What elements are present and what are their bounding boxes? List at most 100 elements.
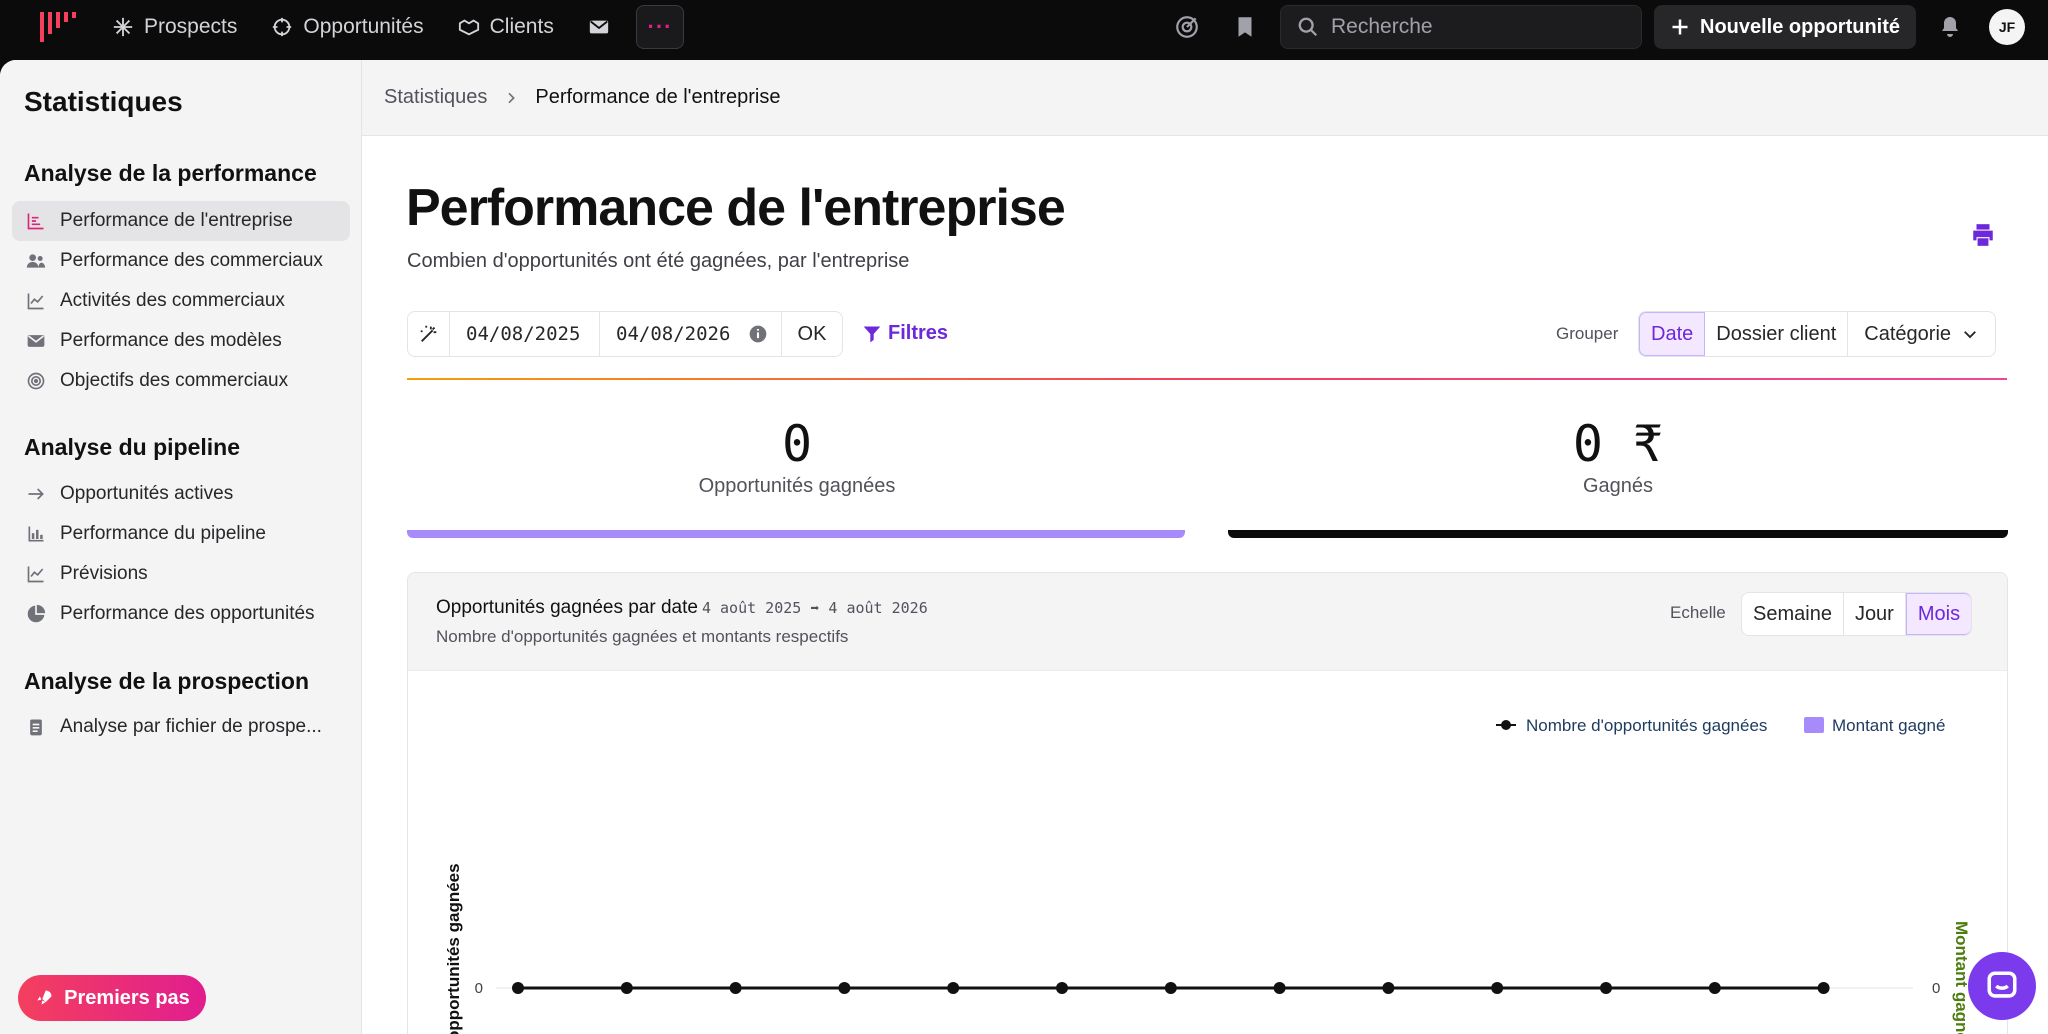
search-placeholder: Recherche: [1331, 15, 1433, 38]
sidebar: Statistiques Analyse de la performance P…: [0, 60, 362, 1034]
sidebar-item-label: Activités des commerciaux: [60, 290, 285, 311]
data-point[interactable]: [1817, 982, 1830, 994]
group-by-toggle: Date Dossier client Catégorie: [1638, 311, 1997, 357]
bar-chart-icon: [28, 526, 44, 542]
page-subtitle: Combien d'opportunités ont été gagnées, …: [407, 250, 910, 272]
info-icon[interactable]: [748, 324, 768, 344]
users-icon: [26, 254, 46, 268]
main-nav: Prospects Opportunités Clients: [112, 0, 610, 54]
sidebar-item-activites-commerciaux[interactable]: Activités des commerciaux: [12, 281, 350, 321]
chart-header: Opportunités gagnées par date 4 août 2025…: [408, 573, 2007, 671]
nav-opportunites[interactable]: Opportunités: [271, 15, 424, 39]
breadcrumb-root[interactable]: Statistiques: [384, 86, 487, 109]
sidebar-item-objectifs-commerciaux[interactable]: Objectifs des commerciaux: [12, 361, 350, 401]
data-point[interactable]: [1382, 982, 1395, 994]
chevron-right-icon: [508, 92, 516, 103]
data-point[interactable]: [1056, 982, 1068, 994]
user-avatar[interactable]: JF: [1989, 9, 2025, 45]
data-point[interactable]: [1600, 982, 1612, 994]
scale-mois-button[interactable]: Mois: [1905, 593, 1972, 635]
y-tick-right: 0: [1932, 980, 1940, 997]
sidebar-item-performance-opportunites[interactable]: Performance des opportunités: [12, 594, 350, 634]
chart-date-range: 4 août 2025 ➡ 4 août 2026: [701, 599, 928, 617]
magic-wand-icon: [420, 325, 436, 342]
print-icon[interactable]: [1970, 222, 1996, 248]
sidebar-item-label: Performance des commerciaux: [60, 250, 323, 271]
legend-amount-swatch: [1804, 717, 1824, 733]
data-point[interactable]: [1491, 982, 1504, 994]
more-menu-button[interactable]: ···: [636, 5, 684, 49]
filters-button[interactable]: Filtres: [862, 322, 948, 345]
sidebar-item-opportunites-actives[interactable]: Opportunités actives: [12, 474, 350, 514]
kpi-value: 0 ₹: [1572, 415, 1664, 473]
sidebar-item-previsions[interactable]: Prévisions: [12, 554, 350, 594]
data-point[interactable]: [729, 982, 742, 994]
mail-icon: [589, 20, 608, 34]
ok-button[interactable]: OK: [782, 312, 842, 356]
chart-subtitle: Nombre d'opportunités gagnées et montant…: [436, 627, 849, 646]
date-from-input[interactable]: 04/08/2025: [450, 312, 600, 356]
more-icon: ···: [647, 14, 673, 39]
kpi-bar-opportunites: [407, 530, 1185, 538]
chat-support-button[interactable]: [1968, 952, 2036, 1020]
premiers-pas-button[interactable]: Premiers pas: [18, 975, 206, 1021]
y-tick-left: 0: [475, 980, 483, 997]
sidebar-item-label: Objectifs des commerciaux: [60, 370, 289, 391]
gradient-divider: [407, 378, 2007, 380]
target-icon: [27, 372, 45, 390]
bar-chart-icon: [27, 213, 44, 230]
section-title-performance: Analyse de la performance: [24, 160, 317, 186]
kpi-bar-gagnes: [1228, 530, 2008, 538]
data-point[interactable]: [1708, 982, 1721, 994]
legend-count-label: Nombre d'opportunités gagnées: [1526, 716, 1767, 735]
bookmark-icon[interactable]: [1232, 14, 1258, 40]
new-opportunity-button[interactable]: Nouvelle opportunité: [1654, 5, 1916, 49]
filters-label: Filtres: [888, 322, 949, 344]
data-point[interactable]: [620, 982, 633, 994]
sidebar-item-performance-commerciaux[interactable]: Performance des commerciaux: [12, 241, 350, 281]
sidebar-item-label: Analyse par fichier de prospe...: [60, 716, 322, 737]
group-date-button[interactable]: Date: [1639, 312, 1706, 356]
section-title-prospection: Analyse de la prospection: [24, 668, 310, 694]
breadcrumb-current: Performance de l'entreprise: [535, 86, 781, 108]
sidebar-item-performance-entreprise[interactable]: Performance de l'entreprise: [12, 201, 350, 241]
nav-clients[interactable]: Clients: [458, 15, 554, 39]
chart-card: Opportunités gagnées par date 4 août 2025…: [407, 572, 2008, 1034]
data-point[interactable]: [512, 982, 524, 994]
scale-toggle: Semaine Jour Mois: [1741, 592, 1973, 636]
group-dossier-client-button[interactable]: Dossier client: [1705, 312, 1849, 356]
sidebar-item-label: Performance du pipeline: [60, 523, 266, 544]
sidebar-item-performance-modeles[interactable]: Performance des modèles: [12, 321, 350, 361]
date-to-value: 04/08/2026: [616, 323, 731, 345]
premiers-pas-label: Premiers pas: [64, 986, 190, 1009]
sidebar-title: Statistiques: [24, 86, 183, 117]
sidebar-item-analyse-fichier[interactable]: Analyse par fichier de prospe...: [12, 707, 350, 747]
data-point[interactable]: [1164, 982, 1177, 994]
data-point[interactable]: [838, 982, 851, 994]
nav-mail[interactable]: [588, 16, 610, 38]
nav-prospects-label: Prospects: [144, 15, 238, 38]
sidebar-item-label: Performance de l'entreprise: [60, 210, 293, 231]
handshake-icon: [458, 19, 479, 36]
crosshair-icon: [273, 17, 292, 37]
date-to-input[interactable]: 04/08/2026: [600, 312, 782, 356]
filter-icon: [863, 326, 881, 342]
group-categorie-dropdown[interactable]: Catégorie: [1848, 312, 1995, 356]
top-navigation-bar: Prospects Opportunités Clients ··· Reche…: [0, 0, 2048, 60]
nav-clients-label: Clients: [489, 15, 554, 38]
legend-amount-label: Montant gagné: [1832, 716, 1945, 735]
magic-wand-button[interactable]: [408, 312, 450, 356]
data-point[interactable]: [947, 982, 960, 994]
scale-jour-button[interactable]: Jour: [1844, 593, 1906, 635]
goal-target-icon[interactable]: [1174, 14, 1200, 40]
sidebar-item-performance-pipeline[interactable]: Performance du pipeline: [12, 514, 350, 554]
y-axis-left-label: opportunités gagnées: [444, 863, 463, 1034]
bell-icon[interactable]: [1938, 15, 1962, 39]
app-logo-icon[interactable]: [38, 10, 78, 44]
scale-semaine-button[interactable]: Semaine: [1742, 593, 1844, 635]
line-chart-icon: [27, 293, 44, 310]
data-point[interactable]: [1273, 982, 1286, 994]
chart-title: Opportunités gagnées par date 4 août 2025…: [436, 597, 928, 619]
nav-prospects[interactable]: Prospects: [112, 15, 237, 39]
search-bar[interactable]: Recherche: [1280, 5, 1642, 49]
